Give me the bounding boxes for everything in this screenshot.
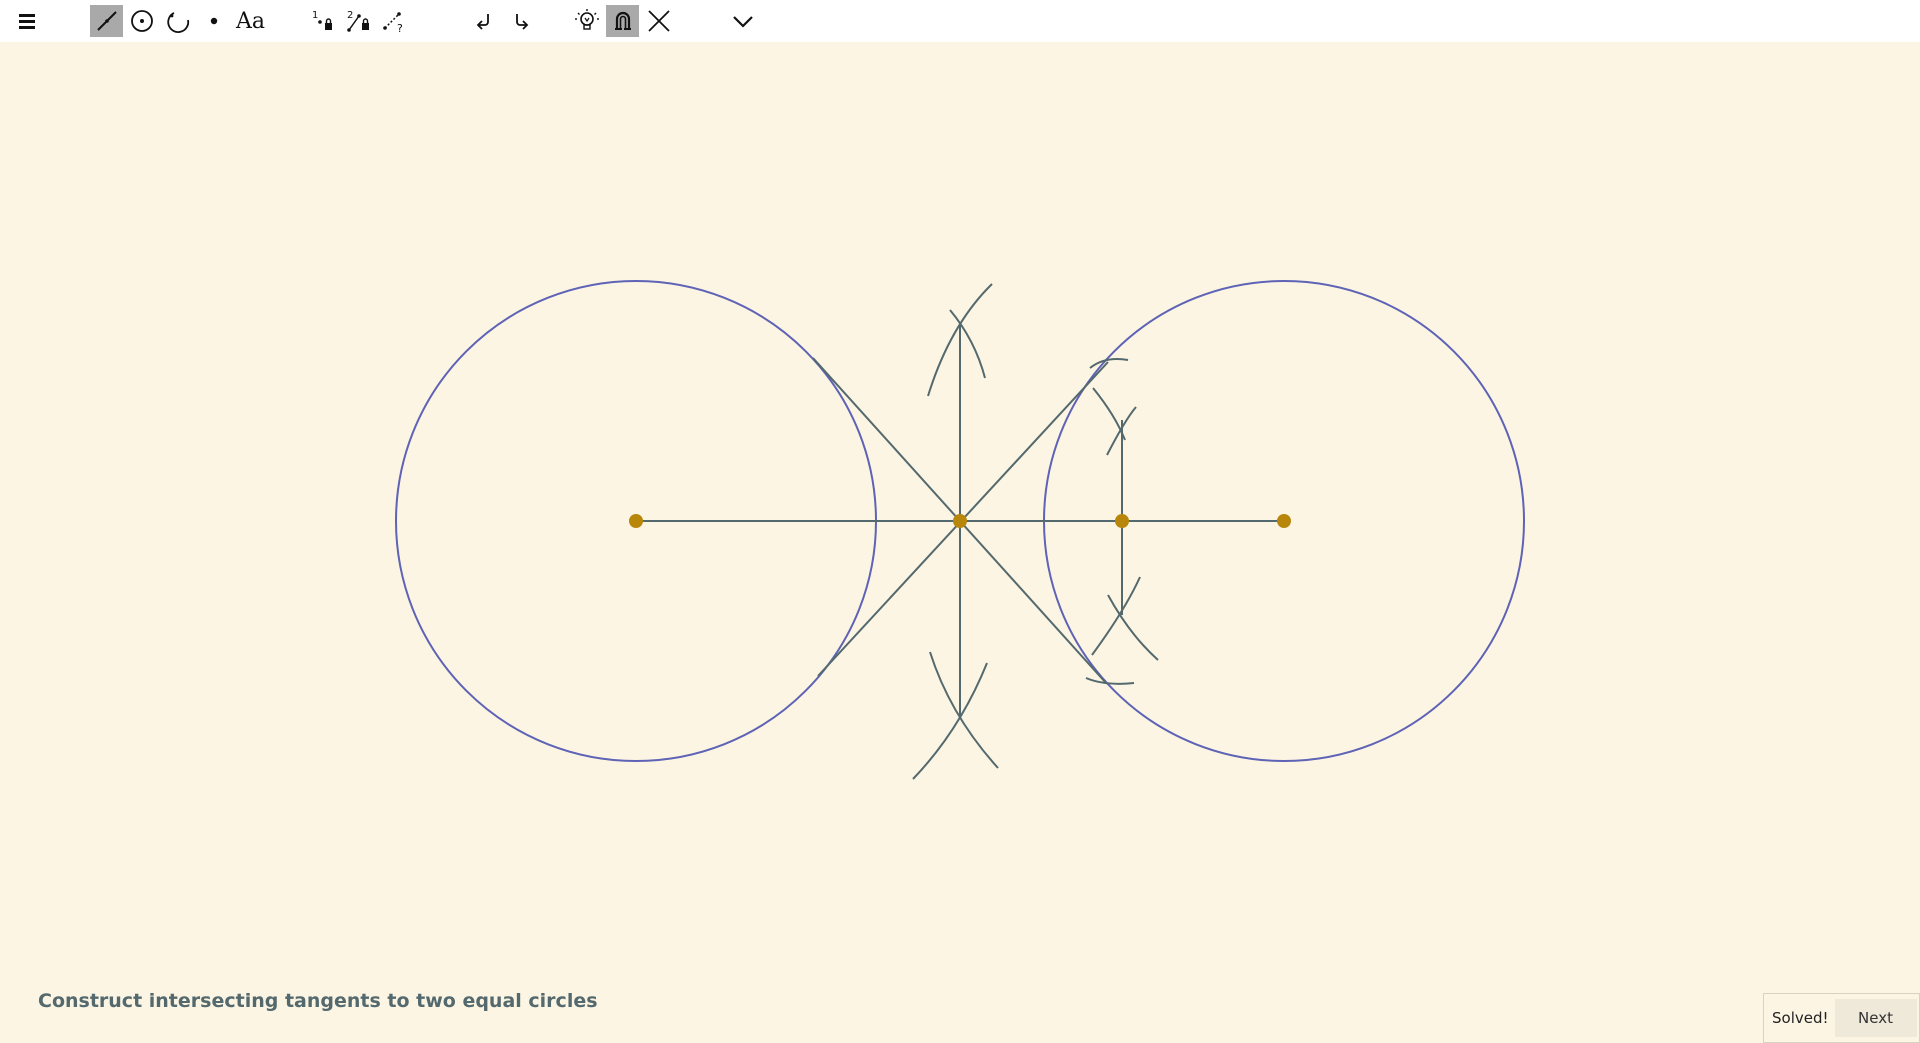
goal-text: Construct intersecting tangents to two e… [38, 990, 598, 1012]
next-button[interactable]: Next [1835, 999, 1917, 1037]
construction-arc[interactable] [1108, 595, 1158, 660]
point-tool-button[interactable] [197, 5, 230, 37]
redo-icon [510, 10, 532, 32]
menu-icon [16, 10, 38, 32]
svg-text:?: ? [397, 22, 403, 34]
text-tool-button[interactable]: Aa [234, 5, 267, 37]
text-tool-icon: Aa [236, 9, 265, 34]
circle-tool-button[interactable] [125, 5, 158, 37]
hint-bulb-icon [574, 8, 600, 34]
magnet-button[interactable] [606, 5, 639, 37]
undo-icon [473, 10, 495, 32]
arc-tool-button[interactable] [162, 5, 195, 37]
solved-label: Solved! [1772, 1009, 1829, 1027]
redo-button[interactable] [504, 5, 537, 37]
lock-one-button[interactable]: 1 [306, 5, 339, 37]
chevron-down-icon [731, 11, 755, 31]
circle-tool-icon [129, 8, 155, 34]
toolbar: Aa 1 2 ? [0, 0, 1920, 42]
construction-arc[interactable] [1092, 577, 1140, 655]
left-center-point[interactable] [629, 514, 643, 528]
clear-icon [646, 8, 672, 34]
quarter-point[interactable] [1115, 514, 1129, 528]
lock-two-icon: 2 [345, 8, 373, 34]
svg-text:1: 1 [312, 10, 318, 21]
more-options-button[interactable] [726, 5, 759, 37]
construction-arc[interactable] [1090, 359, 1128, 368]
query-icon: ? [381, 8, 409, 34]
magnet-icon [612, 9, 634, 33]
construction-arc[interactable] [950, 310, 985, 378]
svg-text:2: 2 [347, 10, 353, 21]
lock-two-button[interactable]: 2 [342, 5, 375, 37]
construction-canvas[interactable] [0, 42, 1920, 1043]
line-tool-icon [94, 8, 120, 34]
construction-arc[interactable] [1086, 678, 1134, 684]
line-tool-button[interactable] [90, 5, 123, 37]
midpoint[interactable] [953, 514, 967, 528]
arc-tool-icon [166, 8, 192, 34]
lock-one-icon: 1 [309, 8, 337, 34]
construction-arc[interactable] [913, 663, 987, 779]
point-tool-icon [204, 11, 224, 31]
query-button[interactable]: ? [378, 5, 411, 37]
hint-button[interactable] [570, 5, 603, 37]
right-center-point[interactable] [1277, 514, 1291, 528]
menu-button[interactable] [10, 5, 43, 37]
clear-button[interactable] [642, 5, 675, 37]
undo-button[interactable] [467, 5, 500, 37]
status-box: Solved! Next [1763, 993, 1920, 1043]
